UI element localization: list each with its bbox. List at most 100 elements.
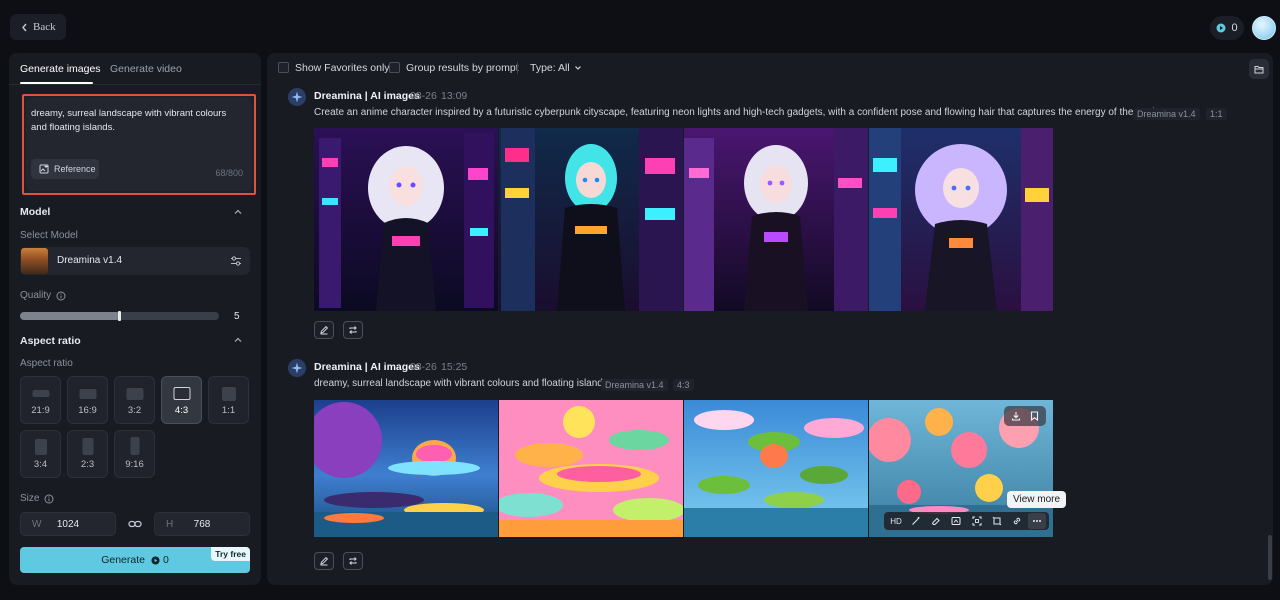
favorites-checkbox[interactable]: [278, 62, 289, 73]
prompt-box: dreamy, surreal landscape with vibrant c…: [22, 94, 256, 195]
ratio-shape: [79, 389, 96, 399]
info-icon[interactable]: [56, 291, 66, 301]
generation-prompt[interactable]: Create an anime character inspired by a …: [314, 107, 1168, 118]
regenerate-button[interactable]: [343, 321, 363, 339]
results-panel: Show Favorites only Group results by pro…: [267, 53, 1273, 585]
quality-slider-handle[interactable]: [117, 311, 121, 321]
chevron-up-icon[interactable]: [233, 207, 243, 217]
generated-image[interactable]: [314, 128, 498, 311]
image-reference-icon: [39, 164, 49, 174]
generate-cost-value: 0: [162, 554, 169, 566]
avatar[interactable]: [1252, 16, 1276, 40]
ratio-2-3[interactable]: 2:3: [67, 430, 108, 478]
ratio-label: 3:4: [33, 459, 48, 470]
generated-image[interactable]: [499, 128, 683, 311]
reference-label: Reference: [54, 164, 96, 174]
try-free-badge: Try free: [211, 547, 250, 561]
generation-time: 15:25: [441, 361, 468, 373]
model-name: Dreamina v1.4: [57, 255, 123, 266]
ratio-1-1[interactable]: 1:1: [208, 376, 249, 424]
generate-button[interactable]: Generate 0 Try free: [20, 547, 250, 573]
inpaint-icon[interactable]: [947, 513, 965, 529]
quality-slider[interactable]: [20, 311, 219, 321]
model-thumbnail: [21, 248, 48, 274]
quality-label-group: Quality: [20, 290, 66, 301]
reference-button[interactable]: Reference: [31, 159, 99, 179]
ratio-label: 21:9: [31, 405, 50, 416]
select-model-label: Select Model: [20, 230, 78, 241]
more-options-icon[interactable]: [1027, 513, 1046, 529]
width-value[interactable]: 1024: [21, 519, 115, 530]
active-tab-indicator: [20, 82, 93, 84]
edit-prompt-button[interactable]: [314, 552, 334, 570]
folder-icon: [1254, 65, 1264, 74]
generated-image[interactable]: [684, 400, 868, 537]
generated-image[interactable]: [869, 128, 1053, 311]
image-grid: [314, 128, 1053, 311]
tab-generate-video[interactable]: Generate video: [110, 63, 182, 75]
height-field[interactable]: H 768: [154, 512, 250, 536]
height-value[interactable]: 768: [155, 519, 249, 530]
ratio-label: 3:2: [127, 405, 142, 416]
ratio-label: 1:1: [221, 405, 236, 416]
folder-button[interactable]: [1249, 59, 1269, 79]
generated-image[interactable]: HD: [869, 400, 1053, 537]
crop-icon[interactable]: [988, 513, 1006, 529]
credits-count: 0: [1231, 22, 1238, 34]
model-selector[interactable]: Dreamina v1.4: [20, 247, 250, 275]
ratio-label: 16:9: [78, 405, 97, 416]
expand-canvas-icon[interactable]: [968, 513, 986, 529]
ratio-21-9[interactable]: 21:9: [20, 376, 61, 424]
download-icon[interactable]: [1007, 408, 1024, 424]
ratio-label: 4:3: [174, 405, 189, 416]
generated-image[interactable]: [684, 128, 868, 311]
prompt-input[interactable]: dreamy, surreal landscape with vibrant c…: [26, 98, 252, 191]
chevron-up-icon[interactable]: [233, 335, 243, 345]
back-button[interactable]: Back: [10, 14, 66, 40]
link-aspect-icon[interactable]: [128, 518, 142, 530]
generate-label: Generate: [101, 554, 145, 566]
tab-generate-images[interactable]: Generate images: [20, 63, 101, 75]
image-quick-actions: [1004, 406, 1046, 426]
ratio-4-3[interactable]: 4:3: [161, 376, 202, 424]
pencil-icon: [319, 556, 329, 566]
sliders-icon[interactable]: [230, 255, 242, 267]
magic-wand-icon[interactable]: [907, 513, 925, 529]
back-label: Back: [33, 21, 56, 33]
size-label: Size: [20, 493, 40, 504]
credits-badge[interactable]: 0: [1210, 16, 1244, 40]
width-field[interactable]: W 1024: [20, 512, 116, 536]
group-filter-label[interactable]: Group results by prompt: [406, 62, 519, 74]
generation-prompt[interactable]: dreamy, surreal landscape with vibrant c…: [314, 378, 611, 389]
ratio-tag: 1:1: [1206, 108, 1227, 120]
aspect-sub-label: Aspect ratio: [20, 358, 73, 369]
ratio-3-4[interactable]: 3:4: [20, 430, 61, 478]
repeat-icon: [348, 325, 358, 335]
ratio-16-9[interactable]: 16:9: [67, 376, 108, 424]
generated-image[interactable]: [314, 400, 498, 537]
hd-upscale-button[interactable]: HD: [887, 513, 905, 529]
results-scrollbar[interactable]: [1268, 535, 1272, 580]
ratio-shape: [126, 388, 143, 400]
regenerate-button[interactable]: [343, 552, 363, 570]
type-filter-dropdown[interactable]: Type: All: [530, 62, 582, 74]
info-icon[interactable]: [44, 494, 54, 504]
type-filter-label: Type: All: [530, 62, 570, 74]
prompt-text[interactable]: dreamy, surreal landscape with vibrant c…: [31, 107, 236, 135]
ratio-shape: [82, 438, 93, 455]
bookmark-icon[interactable]: [1026, 408, 1043, 424]
group-checkbox[interactable]: [389, 62, 400, 73]
size-label-group: Size: [20, 493, 54, 504]
image-grid: HD: [314, 400, 1053, 537]
favorites-filter-label[interactable]: Show Favorites only: [295, 62, 390, 74]
filter-divider: [517, 62, 518, 74]
generated-image[interactable]: [499, 400, 683, 537]
filter-bar: Show Favorites only Group results by pro…: [267, 53, 1273, 83]
ratio-label: 2:3: [80, 459, 95, 470]
edit-prompt-button[interactable]: [314, 321, 334, 339]
link-icon[interactable]: [1008, 513, 1026, 529]
ratio-9-16[interactable]: 9:16: [114, 430, 155, 478]
ratio-shape: [173, 387, 190, 400]
eraser-icon[interactable]: [927, 513, 945, 529]
ratio-3-2[interactable]: 3:2: [114, 376, 155, 424]
